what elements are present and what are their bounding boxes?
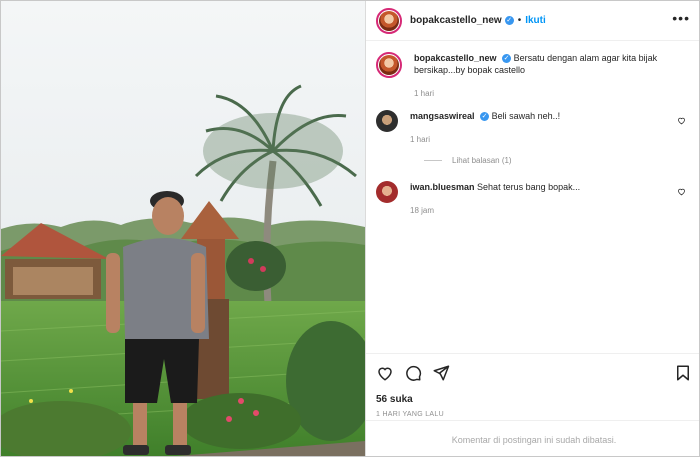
author-username[interactable]: bopakcastello_new — [410, 15, 502, 26]
photo-illustration — [1, 1, 365, 456]
verified-badge-icon: ✓ — [504, 16, 514, 25]
comment-text: Sehat terus bang bopak... — [477, 182, 581, 192]
post-photo[interactable] — [1, 1, 365, 456]
view-replies-label: Lihat balasan (1) — [452, 156, 512, 165]
more-icon[interactable]: ••• — [672, 11, 690, 25]
action-icons — [376, 364, 692, 382]
caption-avatar[interactable] — [376, 52, 402, 78]
like-heart-icon[interactable] — [376, 364, 394, 382]
verified-badge-icon: ✓ — [480, 112, 490, 122]
comment-username[interactable]: iwan.bluesman — [410, 182, 475, 192]
comment-row: iwan.bluesman Sehat terus bang bopak... … — [376, 181, 692, 217]
comments-section: bopakcastello_new ✓ Bersatu dengan alam … — [366, 42, 699, 354]
caption-username[interactable]: bopakcastello_new — [414, 53, 497, 63]
post-header: bopakcastello_new ✓ • Ikuti ••• — [366, 1, 699, 41]
comment-avatar[interactable] — [376, 181, 398, 203]
comment-time: 18 jam — [410, 206, 435, 215]
comment-text: Beli sawah neh..! — [491, 111, 561, 121]
follow-button[interactable]: Ikuti — [525, 15, 546, 26]
comment-body: mangsaswireal ✓ Beli sawah neh..! 1 hari — [410, 110, 660, 146]
instagram-post-window: bopakcastello_new ✓ • Ikuti ••• bopakcas… — [0, 0, 700, 457]
replies-line — [424, 160, 442, 161]
separator-dot: • — [517, 15, 522, 26]
comment-avatar[interactable] — [376, 110, 398, 132]
comment-row: mangsaswireal ✓ Beli sawah neh..! 1 hari — [376, 110, 692, 146]
heart-icon[interactable] — [677, 116, 686, 125]
view-replies-button[interactable]: Lihat balasan (1) — [424, 156, 692, 165]
comment-username[interactable]: mangsaswireal — [410, 111, 475, 121]
caption-row: bopakcastello_new ✓ Bersatu dengan alam … — [376, 52, 692, 100]
share-icon[interactable] — [432, 364, 450, 382]
likes-count[interactable]: 56 suka — [376, 394, 692, 405]
caption-time: 1 hari — [414, 89, 435, 98]
comment-icon[interactable] — [404, 364, 422, 382]
comments-limited-notice: Komentar di postingan ini sudah dibatasi… — [366, 420, 699, 456]
comment-time: 1 hari — [410, 135, 431, 144]
caption-body: bopakcastello_new ✓ Bersatu dengan alam … — [414, 52, 664, 100]
verified-badge-icon: ✓ — [502, 54, 512, 64]
heart-icon[interactable] — [677, 187, 686, 196]
bookmark-icon[interactable] — [674, 364, 692, 382]
author-avatar[interactable] — [376, 7, 402, 34]
comment-body: iwan.bluesman Sehat terus bang bopak... … — [410, 181, 660, 217]
post-sidebar: bopakcastello_new ✓ • Ikuti ••• bopakcas… — [365, 1, 699, 456]
post-timestamp: 1 HARI YANG LALU — [376, 411, 444, 418]
